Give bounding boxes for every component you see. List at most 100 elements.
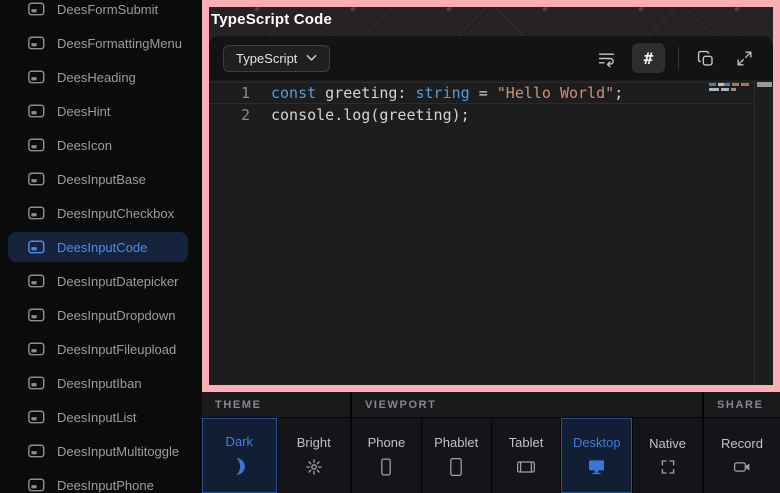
component-icon xyxy=(28,206,45,220)
copy-icon[interactable] xyxy=(692,45,718,71)
demo-background: TypeScript Code TypeScript # xyxy=(209,7,773,385)
sidebar-item-deesinputdropdown[interactable]: DeesInputDropdown xyxy=(8,300,188,330)
code-text: const greeting: string = "Hello World"; xyxy=(271,82,623,104)
button-label: Tablet xyxy=(509,435,544,450)
code-editor: TypeScript # xyxy=(209,36,773,385)
phablet-icon xyxy=(446,457,466,477)
sidebar-item-deesinputcode[interactable]: DeesInputCode xyxy=(8,232,188,262)
button-label: Record xyxy=(721,436,763,451)
code-text: console.log(greeting); xyxy=(271,104,470,126)
button-label: Desktop xyxy=(573,435,621,450)
line-number: 2 xyxy=(209,104,271,126)
sidebar-item-label: DeesInputCode xyxy=(57,240,147,255)
component-icon xyxy=(28,410,45,424)
section-label: VIEWPORT xyxy=(352,392,702,417)
component-icon xyxy=(28,172,45,186)
component-icon xyxy=(28,240,45,254)
sidebar-item-label: DeesFormSubmit xyxy=(57,2,158,17)
component-icon xyxy=(28,274,45,288)
sidebar-item-label: DeesInputList xyxy=(57,410,137,425)
component-icon xyxy=(28,376,45,390)
component-icon xyxy=(28,308,45,322)
tablet-icon xyxy=(515,457,537,477)
scrollbar-thumb[interactable] xyxy=(757,82,772,87)
component-icon xyxy=(28,2,45,16)
component-sidebar: DeesFormSubmit DeesFormattingMenu DeesHead… xyxy=(0,0,202,493)
control-section-theme: THEME Dark Bright xyxy=(202,392,350,493)
button-label: Native xyxy=(649,436,686,451)
code-line: 1const greeting: string = "Hello World"; xyxy=(209,82,755,104)
sidebar-item-label: DeesInputPhone xyxy=(57,478,154,493)
phone-icon xyxy=(376,457,396,477)
sidebar-item-deesformsubmit[interactable]: DeesFormSubmit xyxy=(8,0,188,24)
sidebar-item-deesicon[interactable]: DeesIcon xyxy=(8,130,188,160)
desktop-icon xyxy=(586,457,607,477)
tablet-button[interactable]: Tablet xyxy=(492,418,561,493)
sidebar-item-label: DeesInputDropdown xyxy=(57,308,176,323)
section-label: THEME xyxy=(202,392,350,417)
component-icon xyxy=(28,478,45,492)
sidebar-item-label: DeesInputBase xyxy=(57,172,146,187)
sidebar-item-deesheading[interactable]: DeesHeading xyxy=(8,62,188,92)
component-icon xyxy=(28,444,45,458)
bright-button[interactable]: Bright xyxy=(278,418,351,493)
language-dropdown-value: TypeScript xyxy=(236,51,297,66)
demo-panel: TypeScript Code TypeScript # xyxy=(202,0,780,392)
phablet-button[interactable]: Phablet xyxy=(422,418,491,493)
sidebar-item-deeshint[interactable]: DeesHint xyxy=(8,96,188,126)
sidebar-item-deesformattingmenu[interactable]: DeesFormattingMenu xyxy=(8,28,188,58)
sidebar-item-label: DeesInputFileupload xyxy=(57,342,176,357)
toolbar-divider xyxy=(678,47,679,69)
sidebar-item-deesinputmultitoggle[interactable]: DeesInputMultitoggle xyxy=(8,436,188,466)
demo-title: TypeScript Code xyxy=(211,11,332,28)
native-button[interactable]: Native xyxy=(633,418,702,493)
sidebar-item-deesinputfileupload[interactable]: DeesInputFileupload xyxy=(8,334,188,364)
sidebar-item-label: DeesIcon xyxy=(57,138,112,153)
button-label: Bright xyxy=(297,435,331,450)
sidebar-item-deesinputphone[interactable]: DeesInputPhone xyxy=(8,470,188,493)
control-section-share: SHARE Record xyxy=(704,392,780,493)
editor-tools: # xyxy=(593,43,757,73)
editor-toolbar: TypeScript # xyxy=(209,36,773,80)
minimap[interactable] xyxy=(709,83,753,91)
component-icon xyxy=(28,342,45,356)
sidebar-item-label: DeesInputIban xyxy=(57,376,142,391)
sidebar-item-label: DeesHeading xyxy=(57,70,136,85)
sidebar-item-deesinputiban[interactable]: DeesInputIban xyxy=(8,368,188,398)
sidebar-item-deesinputcheckbox[interactable]: DeesInputCheckbox xyxy=(8,198,188,228)
button-label: Phone xyxy=(368,435,406,450)
component-icon xyxy=(28,138,45,152)
sidebar-item-label: DeesInputDatepicker xyxy=(57,274,178,289)
dark-button[interactable]: Dark xyxy=(202,418,277,493)
sidebar-item-label: DeesHint xyxy=(57,104,110,119)
control-section-viewport: VIEWPORT Phone Phablet Tablet Desktop Native xyxy=(352,392,702,493)
sidebar-item-label: DeesInputCheckbox xyxy=(57,206,174,221)
line-numbers-toggle-icon[interactable]: # xyxy=(632,43,665,73)
expand-icon[interactable] xyxy=(731,45,757,71)
code-area[interactable]: 1const greeting: string = "Hello World";… xyxy=(209,80,773,385)
moon-icon xyxy=(229,456,249,477)
section-label: SHARE xyxy=(704,392,780,417)
sun-icon xyxy=(304,457,324,477)
phone-button[interactable]: Phone xyxy=(352,418,421,493)
component-list: DeesFormSubmit DeesFormattingMenu DeesHead… xyxy=(0,0,202,493)
word-wrap-icon[interactable] xyxy=(593,45,619,71)
sidebar-item-deesinputbase[interactable]: DeesInputBase xyxy=(8,164,188,194)
chevron-down-icon xyxy=(306,54,317,62)
language-dropdown[interactable]: TypeScript xyxy=(223,45,330,72)
button-label: Dark xyxy=(226,434,253,449)
sidebar-item-label: DeesInputMultitoggle xyxy=(57,444,179,459)
minimap-divider xyxy=(754,80,755,385)
code-line: 2console.log(greeting); xyxy=(209,104,773,126)
record-camera-icon xyxy=(732,458,752,476)
code-lines: 1const greeting: string = "Hello World";… xyxy=(209,82,773,126)
button-label: Phablet xyxy=(434,435,478,450)
sidebar-item-deesinputlist[interactable]: DeesInputList xyxy=(8,402,188,432)
native-frame-icon xyxy=(659,458,677,476)
record-button[interactable]: Record xyxy=(704,418,780,493)
component-icon xyxy=(28,104,45,118)
sidebar-item-deesinputdatepicker[interactable]: DeesInputDatepicker xyxy=(8,266,188,296)
desktop-button[interactable]: Desktop xyxy=(561,418,632,493)
line-number: 1 xyxy=(209,82,271,104)
component-icon xyxy=(28,36,45,50)
